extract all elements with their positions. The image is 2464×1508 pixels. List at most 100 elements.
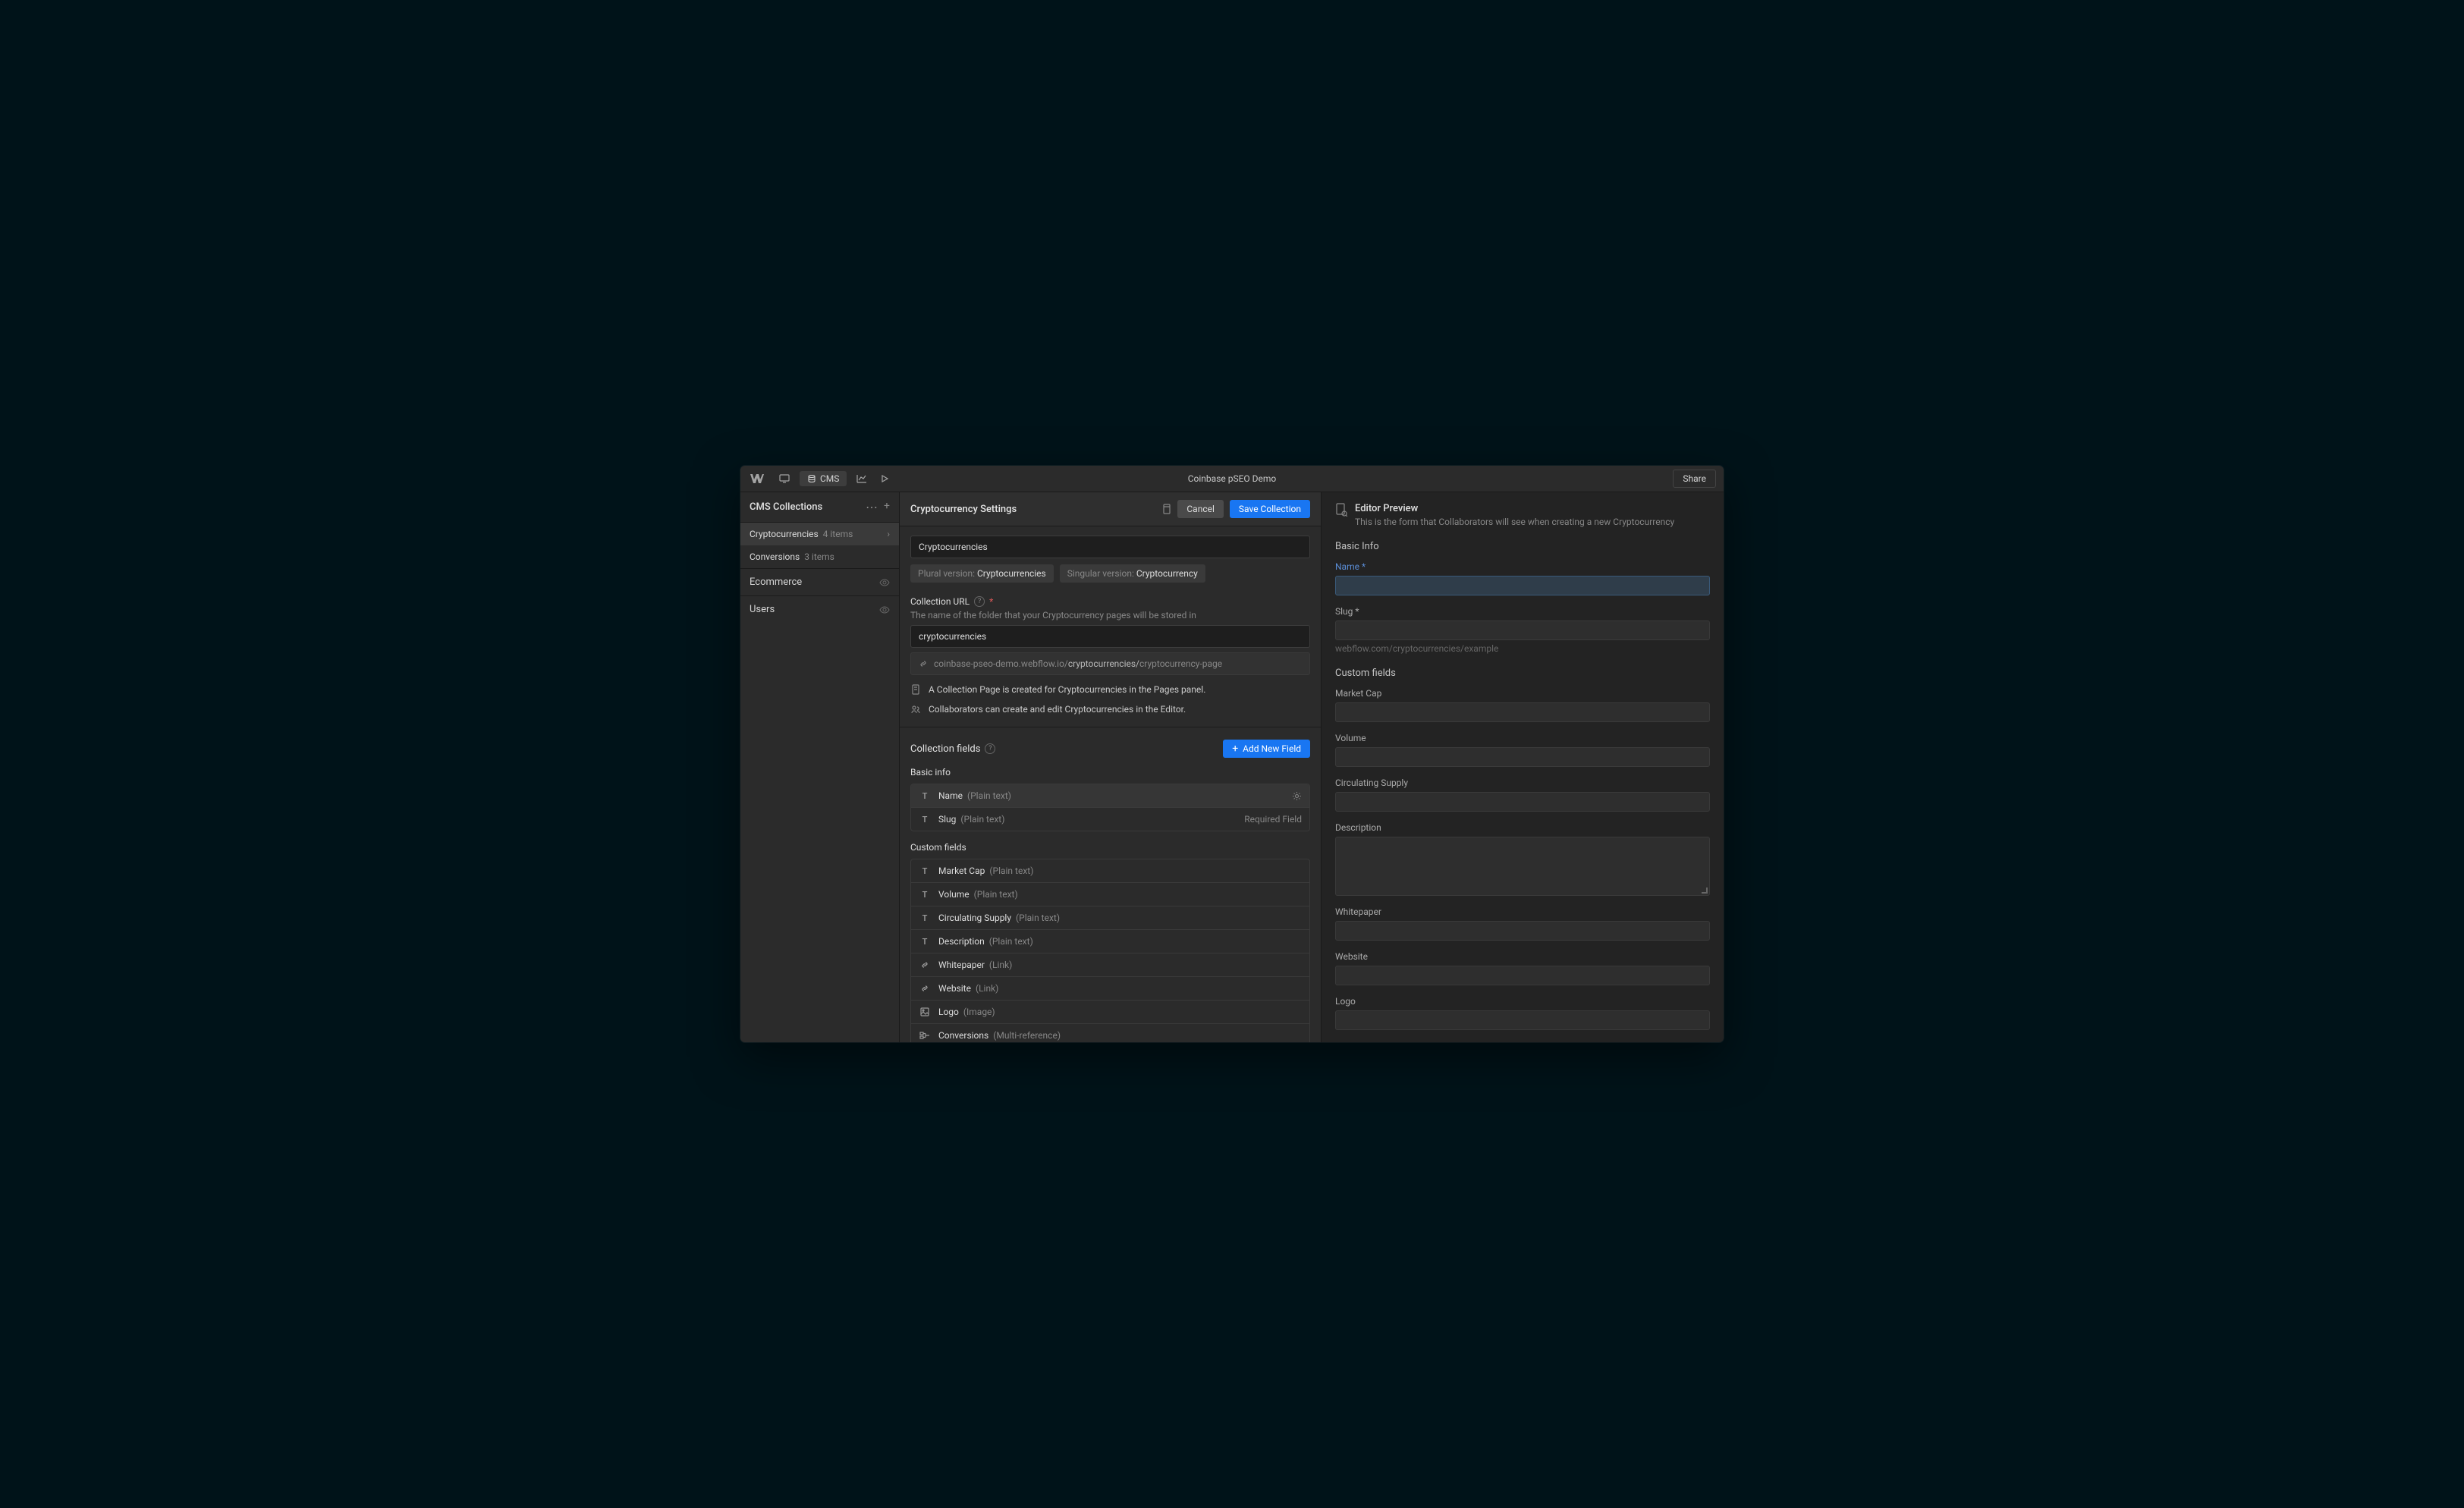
visibility-icon[interactable] <box>879 606 890 614</box>
fields-title: Collection fields ? <box>910 743 995 755</box>
field-row-logo[interactable]: Logo(Image) <box>911 1001 1309 1024</box>
preview-field-market-cap: Market Cap <box>1335 688 1710 722</box>
field-row-website[interactable]: Website(Link) <box>911 977 1309 1001</box>
field-row-volume[interactable]: TVolume(Plain text) <box>911 883 1309 906</box>
basic-info-label: Basic info <box>910 767 1310 778</box>
version-row: Plural version: Cryptocurrencies Singula… <box>910 564 1310 583</box>
gear-icon[interactable] <box>1292 791 1302 801</box>
play-icon[interactable] <box>874 470 895 488</box>
preview-input[interactable] <box>1335 1010 1710 1030</box>
cms-label: CMS <box>820 473 839 484</box>
sidebar-header-icons: ⋯ + <box>866 500 890 514</box>
required-star: * <box>989 596 993 607</box>
field-row-slug[interactable]: TSlug(Plain text)Required Field <box>911 808 1309 831</box>
url-label: Collection URL <box>910 596 970 607</box>
preview-header: Editor Preview This is the form that Col… <box>1335 503 1710 527</box>
visibility-icon[interactable] <box>879 579 890 586</box>
basic-fields-list: TName(Plain text)TSlug(Plain text)Requir… <box>910 784 1310 831</box>
singular-chip[interactable]: Singular version: Cryptocurrency <box>1060 564 1205 583</box>
preview-field-label: Whitepaper <box>1335 906 1710 917</box>
webflow-logo-icon[interactable] <box>748 470 766 488</box>
preview-field-label: Volume <box>1335 733 1710 743</box>
preview-input[interactable] <box>1335 792 1710 812</box>
field-row-conversions[interactable]: Conversions(Multi-reference) <box>911 1024 1309 1042</box>
plural-value: Cryptocurrencies <box>977 568 1046 579</box>
preview-name-label: Name * <box>1335 561 1710 572</box>
url-preview: coinbase-pseo-demo.webflow.io/cryptocurr… <box>910 652 1310 675</box>
url-label-row: Collection URL ? * <box>910 596 1310 607</box>
settings-title: Cryptocurrency Settings <box>910 504 1017 515</box>
field-type-icon <box>919 1031 931 1040</box>
preview-input[interactable] <box>1335 747 1710 767</box>
preview-slug-hint: webflow.com/cryptocurrencies/example <box>1335 643 1710 654</box>
sidebar-header: CMS Collections ⋯ + <box>740 492 899 523</box>
more-icon[interactable]: ⋯ <box>866 500 878 514</box>
preview-slug-field: Slug * webflow.com/cryptocurrencies/exam… <box>1335 606 1710 654</box>
save-button[interactable]: Save Collection <box>1230 500 1310 518</box>
page-icon <box>910 684 921 695</box>
link-icon <box>919 659 928 668</box>
analytics-icon[interactable] <box>851 470 872 488</box>
field-row-whitepaper[interactable]: Whitepaper(Link) <box>911 953 1309 977</box>
field-row-market-cap[interactable]: TMarket Cap(Plain text) <box>911 859 1309 883</box>
device-icon[interactable] <box>774 470 795 488</box>
collaborator-icon <box>910 704 921 715</box>
database-icon <box>807 474 816 483</box>
help-icon[interactable]: ? <box>974 596 985 607</box>
basic-info-section: Basic Info <box>1335 541 1710 552</box>
cancel-button[interactable]: Cancel <box>1177 500 1224 518</box>
settings-body: Plural version: Cryptocurrencies Singula… <box>900 526 1321 1042</box>
info-line-2: Collaborators can create and edit Crypto… <box>910 704 1310 715</box>
add-field-button[interactable]: + Add New Field <box>1223 740 1310 758</box>
url-desc: The name of the folder that your Cryptoc… <box>910 610 1310 620</box>
field-row-name[interactable]: TName(Plain text) <box>911 784 1309 808</box>
field-type-icon <box>919 984 931 993</box>
field-type-icon: T <box>919 890 931 900</box>
preview-slug-input[interactable] <box>1335 620 1710 640</box>
singular-value: Cryptocurrency <box>1136 568 1198 579</box>
plural-chip[interactable]: Plural version: Cryptocurrencies <box>910 564 1054 583</box>
preview-input[interactable] <box>1335 702 1710 722</box>
project-title: Coinbase pSEO Demo <box>1188 473 1277 484</box>
preview-subtitle: This is the form that Collaborators will… <box>1355 517 1674 527</box>
field-row-circulating-supply[interactable]: TCirculating Supply(Plain text) <box>911 906 1309 930</box>
preview-field-description: Description <box>1335 822 1710 896</box>
preview-name-input[interactable] <box>1335 576 1710 595</box>
field-type-icon: T <box>919 937 931 947</box>
field-type-icon <box>919 1007 931 1016</box>
cms-chip[interactable]: CMS <box>800 471 847 486</box>
help-icon[interactable]: ? <box>985 743 995 754</box>
field-type-icon: T <box>919 791 931 801</box>
copy-icon[interactable] <box>1161 504 1171 514</box>
plus-icon: + <box>1232 743 1238 754</box>
main-area: CMS Collections ⋯ + Cryptocurrencies 4 i… <box>740 492 1724 1042</box>
sidebar-title: CMS Collections <box>750 501 822 513</box>
preview-textarea[interactable] <box>1335 837 1710 896</box>
collection-url-input[interactable] <box>910 625 1310 648</box>
singular-label: Singular version: <box>1067 568 1134 579</box>
add-collection-icon[interactable]: + <box>884 500 890 514</box>
custom-fields-label: Custom fields <box>910 842 1310 853</box>
preview-slug-label: Slug * <box>1335 606 1710 617</box>
preview-field-logo: Logo <box>1335 996 1710 1030</box>
sidebar-item-cryptocurrencies[interactable]: Cryptocurrencies 4 items› <box>740 523 899 545</box>
settings-header: Cryptocurrency Settings Cancel Save Coll… <box>900 492 1321 526</box>
preview-name-field: Name * <box>1335 561 1710 595</box>
chevron-right-icon: › <box>887 529 890 539</box>
sidebar-item-conversions[interactable]: Conversions 3 items <box>740 545 899 568</box>
preview-input[interactable] <box>1335 966 1710 985</box>
top-bar: CMS Coinbase pSEO Demo Share <box>740 466 1724 492</box>
collection-name-input[interactable] <box>910 536 1310 558</box>
preview-field-whitepaper: Whitepaper <box>1335 906 1710 941</box>
settings-actions: Cancel Save Collection <box>1161 500 1310 518</box>
field-type-icon: T <box>919 913 931 923</box>
share-button[interactable]: Share <box>1673 470 1716 488</box>
preview-field-label: Circulating Supply <box>1335 778 1710 788</box>
sidebar-section-users[interactable]: Users <box>740 595 899 623</box>
field-row-description[interactable]: TDescription(Plain text) <box>911 930 1309 953</box>
custom-fields-list: TMarket Cap(Plain text)TVolume(Plain tex… <box>910 859 1310 1042</box>
resize-handle-icon[interactable] <box>1702 888 1708 894</box>
preview-input[interactable] <box>1335 921 1710 941</box>
field-type-icon: T <box>919 866 931 876</box>
sidebar-section-ecommerce[interactable]: Ecommerce <box>740 568 899 595</box>
